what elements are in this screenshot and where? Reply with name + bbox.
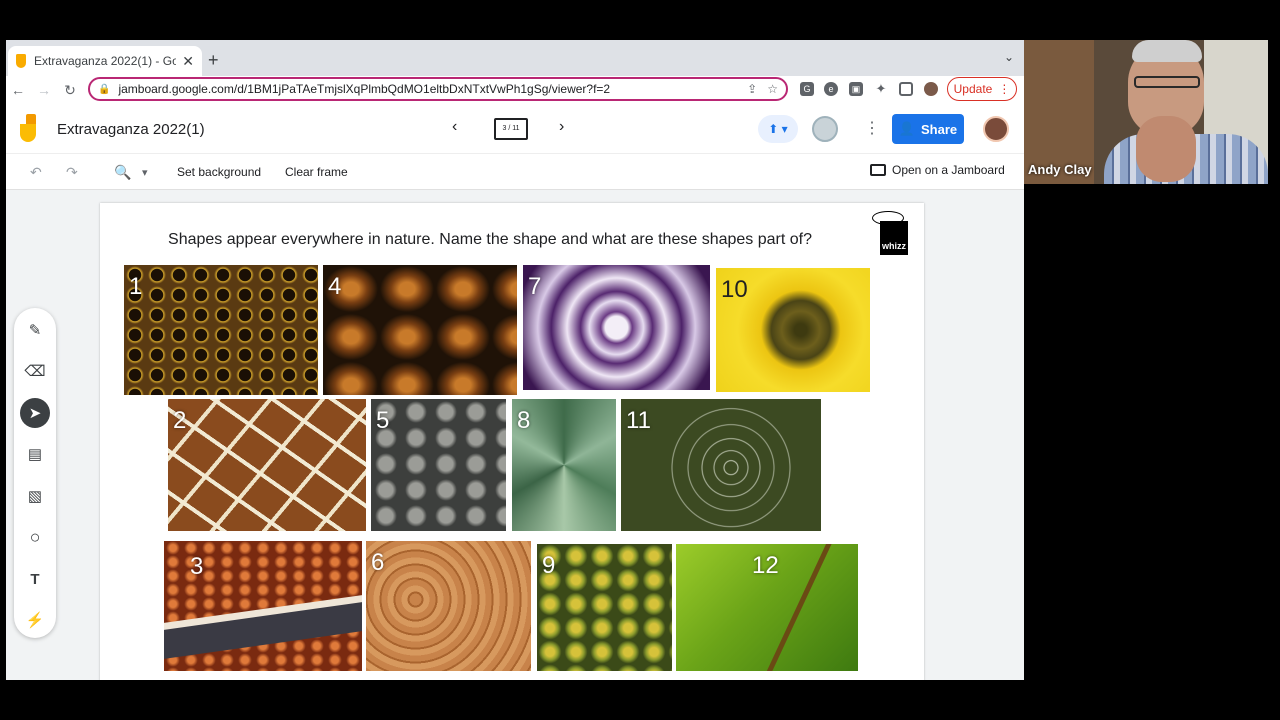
frame-bar-button[interactable]: 3 / 11 (494, 118, 528, 140)
jamboard-favicon-icon (16, 54, 26, 68)
pen-icon[interactable]: ✎ (20, 315, 50, 345)
extensions-puzzle-icon[interactable]: ✦ (874, 82, 888, 96)
present-button[interactable]: ⬆ ▾ (758, 115, 798, 143)
tab-active[interactable]: Extravaganza 2022(1) - Google ✕ (8, 46, 202, 76)
photo-number: 3 (190, 553, 204, 580)
photo-number: 4 (328, 273, 342, 300)
jam-frame[interactable]: Shapes appear everywhere in nature. Name… (100, 203, 924, 680)
side-toolbar: ✎ ⌫ ➤ ▤ ▧ ○ T ⚡ (14, 308, 56, 638)
zoom-dropdown-icon[interactable]: ▾ (142, 166, 148, 179)
profile-avatar-icon[interactable] (924, 82, 938, 96)
laser-icon[interactable]: ⚡ (20, 605, 50, 635)
photo-number: 1 (129, 273, 143, 300)
screen: Extravaganza 2022(1) - Google ✕ + ⌄ ← → … (0, 0, 1280, 720)
canvas-area: Shapes appear everywhere in nature. Name… (6, 190, 1024, 680)
photo-number: 9 (542, 552, 556, 579)
whizz-education-logo-icon: whizz (872, 211, 912, 257)
slide-question: Shapes appear everywhere in nature. Name… (168, 231, 812, 248)
participant-video-tile: Andy Clay (1024, 40, 1268, 184)
share-button[interactable]: 👤 Share (892, 114, 964, 144)
url-text: jamboard.google.com/d/1BM1jPaTAeTmjslXqP… (118, 82, 611, 96)
jamboard-toolbar: ↶ ↷ 🔍 ▾ Set background Clear frame Open … (6, 154, 1024, 190)
next-frame-button[interactable]: › (559, 118, 564, 136)
browser-toolbar: ← → ↻ 🔒 jamboard.google.com/d/1BM1jPaTAe… (6, 76, 1024, 104)
whizz-logo-text: whizz (880, 221, 908, 255)
back-button[interactable]: ← (6, 82, 30, 98)
tab-close-icon[interactable]: ✕ (182, 53, 194, 70)
add-image-icon[interactable]: ▧ (20, 481, 50, 511)
more-options-icon[interactable]: ⋮ (864, 118, 880, 138)
redo-icon[interactable]: ↷ (66, 164, 78, 181)
more-vert-icon: ⋮ (998, 82, 1011, 96)
jamboard-header: Extravaganza 2022(1) ‹ 3 / 11 › ⬆ ▾ ⋮ 👤 … (6, 104, 1024, 154)
set-background-button[interactable]: Set background (177, 165, 261, 179)
browser-window: Extravaganza 2022(1) - Google ✕ + ⌄ ← → … (6, 40, 1024, 680)
undo-icon[interactable]: ↶ (30, 164, 42, 181)
clear-frame-button[interactable]: Clear frame (285, 165, 348, 179)
tree-rings-photo[interactable]: 6 (366, 541, 531, 671)
sunflower-photo[interactable]: 10 (716, 268, 870, 392)
open-on-jamboard-label: Open on a Jamboard (892, 163, 1005, 177)
photo-number: 5 (376, 407, 390, 434)
photo-number: 11 (626, 407, 651, 434)
document-title: Extravaganza 2022(1) (57, 121, 205, 138)
extension-e-icon[interactable]: e (824, 82, 838, 96)
tortoise-shell-photo[interactable]: 4 (323, 265, 517, 395)
frame-counter: 3 / 11 (502, 125, 520, 132)
snake-scales-photo[interactable]: 3 (164, 541, 362, 671)
new-tab-button[interactable]: + (208, 50, 219, 71)
participant-hand (1136, 116, 1196, 182)
photo-number: 8 (517, 407, 531, 434)
text-box-icon[interactable]: T (20, 564, 50, 594)
participant-glasses (1134, 76, 1200, 88)
share-label: Share (921, 121, 958, 137)
tab-search-button[interactable]: ⌄ (1004, 50, 1014, 64)
bookmark-star-icon[interactable]: ☆ (767, 82, 778, 96)
sticky-note-icon[interactable]: ▤ (20, 439, 50, 469)
leaf-veins-photo[interactable]: 12 (676, 544, 858, 671)
participant-name: Andy Clay (1028, 162, 1092, 177)
lock-icon: 🔒 (98, 83, 111, 95)
account-avatar[interactable] (983, 116, 1009, 142)
select-icon[interactable]: ➤ (20, 398, 50, 428)
pineapple-photo[interactable]: 9 (537, 544, 672, 671)
photo-number: 7 (528, 273, 542, 300)
extension-cast-icon[interactable]: ▣ (849, 82, 863, 96)
honeycomb-photo[interactable]: 1 (124, 265, 318, 395)
jamboard-device-icon (870, 164, 886, 176)
share-page-icon[interactable]: ⇪ (747, 82, 757, 96)
circle-shape-icon[interactable]: ○ (20, 522, 50, 552)
previous-frame-button[interactable]: ‹ (452, 118, 457, 136)
photo-number: 2 (173, 407, 187, 434)
photo-number: 10 (721, 276, 748, 303)
giraffe-skin-photo[interactable]: 2 (168, 399, 366, 531)
eraser-icon[interactable]: ⌫ (20, 356, 50, 386)
forward-button[interactable]: → (32, 82, 56, 98)
jamboard-logo-icon[interactable] (18, 114, 38, 144)
viewer-avatar[interactable] (812, 116, 838, 142)
open-on-jamboard-button[interactable]: Open on a Jamboard (870, 163, 1005, 177)
reload-button[interactable]: ↻ (58, 82, 82, 99)
tab-title: Extravaganza 2022(1) - Google (34, 54, 177, 68)
tab-strip: Extravaganza 2022(1) - Google ✕ + ⌄ (6, 40, 1024, 76)
update-button[interactable]: Update ⋮ (947, 77, 1017, 101)
present-icon: ⬆ ▾ (768, 122, 788, 136)
participant-hair (1132, 40, 1202, 62)
photo-number: 6 (371, 549, 385, 576)
side-panel-icon[interactable] (899, 82, 913, 96)
address-bar[interactable]: 🔒 jamboard.google.com/d/1BM1jPaTAeTmjslX… (88, 77, 788, 101)
zoom-icon[interactable]: 🔍 (114, 164, 131, 181)
red-cabbage-photo[interactable]: 7 (523, 265, 710, 390)
update-label: Update (953, 82, 993, 96)
spider-web-photo[interactable]: 11 (621, 399, 821, 531)
spiral-aloe-photo[interactable]: 8 (512, 399, 616, 531)
extension-google-icon[interactable]: G (800, 82, 814, 96)
person-icon: 👤 (898, 121, 916, 136)
basalt-columns-photo[interactable]: 5 (371, 399, 506, 531)
photo-number: 12 (752, 552, 779, 579)
